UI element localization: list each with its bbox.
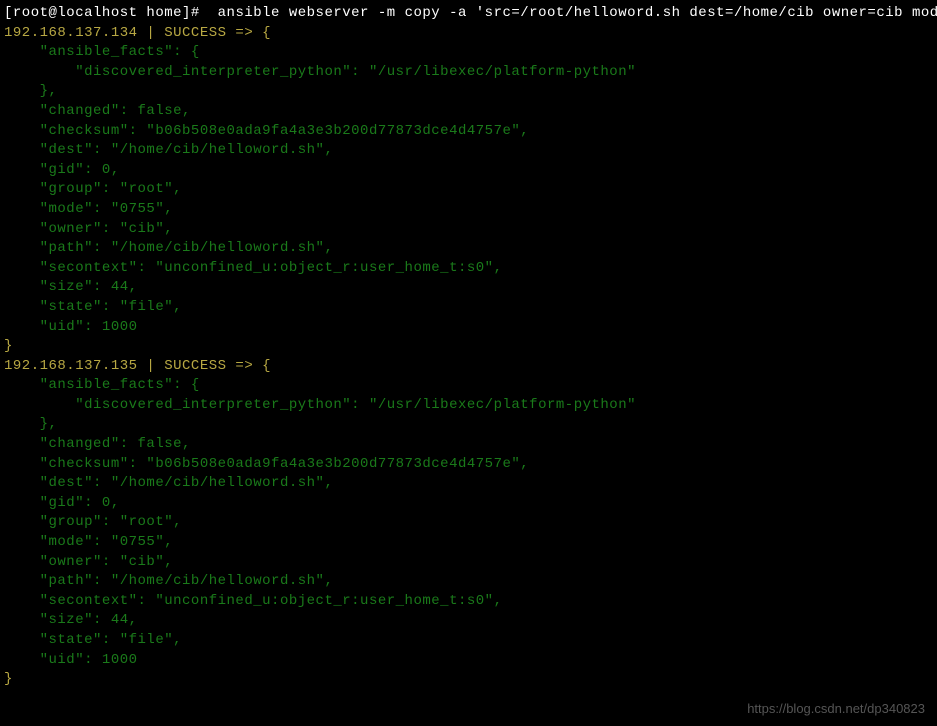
host1-line-7: "group": "root", bbox=[4, 181, 182, 197]
host2-line-8: "mode": "0755", bbox=[4, 534, 173, 550]
host2-line-0: "ansible_facts": { bbox=[4, 377, 200, 393]
watermark-text: https://blog.csdn.net/dp340823 bbox=[747, 700, 925, 718]
host2-line-3: "changed": false, bbox=[4, 436, 191, 452]
host2-line-10: "path": "/home/cib/helloword.sh", bbox=[4, 573, 333, 589]
host2-header: 192.168.137.135 | SUCCESS => { bbox=[4, 358, 271, 374]
shell-prompt: [root@localhost home]# bbox=[4, 5, 209, 21]
host1-line-4: "checksum": "b06b508e0ada9fa4a3e3b200d77… bbox=[4, 123, 529, 139]
host2-line-7: "group": "root", bbox=[4, 514, 182, 530]
host2-line-12: "size": 44, bbox=[4, 612, 138, 628]
host1-line-8: "mode": "0755", bbox=[4, 201, 173, 217]
host1-line-5: "dest": "/home/cib/helloword.sh", bbox=[4, 142, 333, 158]
host1-line-14: "uid": 1000 bbox=[4, 319, 138, 335]
host2-line-5: "dest": "/home/cib/helloword.sh", bbox=[4, 475, 333, 491]
host2-line-4: "checksum": "b06b508e0ada9fa4a3e3b200d77… bbox=[4, 456, 529, 472]
host1-header: 192.168.137.134 | SUCCESS => { bbox=[4, 25, 271, 41]
host1-line-10: "path": "/home/cib/helloword.sh", bbox=[4, 240, 333, 256]
host1-line-1: "discovered_interpreter_python": "/usr/l… bbox=[4, 64, 636, 80]
host1-line-0: "ansible_facts": { bbox=[4, 44, 200, 60]
host1-line-12: "size": 44, bbox=[4, 279, 138, 295]
shell-command: ansible webserver -m copy -a 'src=/root/… bbox=[209, 5, 937, 21]
host2-close: } bbox=[4, 671, 13, 687]
host1-line-9: "owner": "cib", bbox=[4, 221, 173, 237]
host1-close: } bbox=[4, 338, 13, 354]
host2-line-1: "discovered_interpreter_python": "/usr/l… bbox=[4, 397, 636, 413]
host1-line-3: "changed": false, bbox=[4, 103, 191, 119]
host1-line-6: "gid": 0, bbox=[4, 162, 120, 178]
host1-line-2: }, bbox=[4, 83, 57, 99]
host2-line-2: }, bbox=[4, 416, 57, 432]
host2-line-13: "state": "file", bbox=[4, 632, 182, 648]
host1-line-11: "secontext": "unconfined_u:object_r:user… bbox=[4, 260, 502, 276]
host1-line-13: "state": "file", bbox=[4, 299, 182, 315]
host2-line-6: "gid": 0, bbox=[4, 495, 120, 511]
host2-line-9: "owner": "cib", bbox=[4, 554, 173, 570]
host2-line-14: "uid": 1000 bbox=[4, 652, 138, 668]
terminal-output: [root@localhost home]# ansible webserver… bbox=[4, 4, 933, 690]
host2-line-11: "secontext": "unconfined_u:object_r:user… bbox=[4, 593, 502, 609]
